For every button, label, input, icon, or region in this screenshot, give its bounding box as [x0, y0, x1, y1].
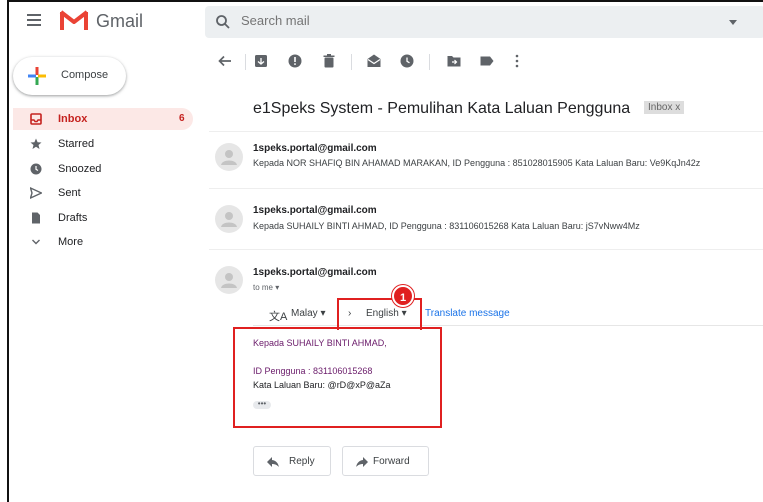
toolbar-divider [245, 54, 246, 70]
plus-icon [28, 67, 46, 85]
delete-icon[interactable] [321, 53, 337, 69]
sidebar-item-starred[interactable]: Starred [13, 133, 193, 155]
message-divider [209, 249, 763, 250]
compose-label: Compose [61, 69, 109, 81]
sidebar-item-label: Inbox [58, 113, 88, 125]
sidebar-item-inbox[interactable]: Inbox 6 [13, 108, 193, 130]
toolbar-divider [429, 54, 430, 70]
message-sender[interactable]: 1speks.portal@gmail.com [253, 205, 377, 216]
inbox-label-chip[interactable]: Inbox x [644, 101, 685, 114]
reply-label: Reply [289, 456, 315, 467]
step-callout-badge: 1 [392, 285, 414, 307]
search-bar[interactable] [205, 6, 763, 38]
search-input[interactable] [241, 13, 681, 28]
translate-icon: 文A [269, 311, 288, 323]
snooze-icon[interactable] [399, 53, 415, 69]
sidebar-item-label: More [58, 236, 84, 248]
chevron-down-icon [32, 239, 40, 245]
forward-label: Forward [373, 456, 410, 467]
sidebar-item-label: Snoozed [58, 163, 102, 175]
drafts-icon [32, 212, 40, 224]
remove-label-icon[interactable]: x [675, 102, 680, 113]
gmail-window: Gmail Compose Inbox 6 Starred Snoozed Se… [7, 0, 763, 502]
thread-subject: e1Speks System - Pemulihan Kata Laluan P… [253, 100, 631, 117]
message-divider [209, 131, 763, 132]
message-snippet[interactable]: Kepada NOR SHAFIQ BIN AHAMAD MARAKAN, ID… [253, 158, 700, 168]
avatar [215, 143, 243, 171]
reply-icon [267, 457, 279, 467]
highlight-box-email-body [233, 327, 442, 428]
translate-bar: 文A Malay ▾ › English ▾ Translate message [253, 302, 763, 326]
inbox-icon [30, 113, 42, 125]
sidebar-item-drafts[interactable]: Drafts [13, 207, 193, 229]
sidebar-item-snoozed[interactable]: Snoozed [13, 158, 193, 180]
avatar [215, 205, 243, 233]
main-menu-icon[interactable] [27, 14, 41, 26]
reply-button[interactable]: Reply [253, 446, 331, 476]
report-spam-icon[interactable] [287, 53, 303, 69]
person-icon [221, 212, 237, 227]
sidebar-item-sent[interactable]: Sent [13, 182, 193, 204]
source-language-label: Malay [291, 308, 318, 319]
unread-count: 6 [179, 113, 185, 124]
labels-icon[interactable] [479, 53, 495, 69]
forward-icon [356, 457, 368, 467]
sidebar-item-label: Drafts [58, 212, 88, 224]
message-sender[interactable]: 1speks.portal@gmail.com [253, 143, 377, 154]
source-language-select[interactable]: Malay ▾ [291, 308, 326, 319]
compose-button[interactable]: Compose [13, 57, 126, 95]
chevron-down-icon: ▾ [275, 283, 280, 292]
gmail-logo-icon[interactable] [59, 8, 89, 32]
person-icon [221, 273, 237, 288]
send-icon [30, 187, 42, 199]
mark-unread-icon[interactable] [366, 53, 382, 69]
clock-icon [30, 163, 42, 175]
recipient-text: to me [253, 283, 274, 292]
forward-button[interactable]: Forward [342, 446, 429, 476]
search-options-icon[interactable] [729, 20, 737, 25]
gmail-wordmark: Gmail [96, 11, 144, 31]
translate-message-link[interactable]: Translate message [425, 308, 510, 319]
search-icon[interactable] [215, 14, 231, 30]
message-sender[interactable]: 1speks.portal@gmail.com [253, 267, 377, 278]
recipient-details-toggle[interactable]: to me ▾ [253, 283, 279, 292]
sidebar-item-more[interactable]: More [13, 231, 193, 253]
label-chip-text: Inbox [648, 102, 673, 113]
person-icon [221, 150, 237, 165]
move-to-icon[interactable] [446, 53, 462, 69]
toolbar-divider [351, 54, 352, 70]
sidebar-item-label: Sent [58, 187, 81, 199]
avatar [215, 266, 243, 294]
message-snippet[interactable]: Kepada SUHAILY BINTI AHMAD, ID Pengguna … [253, 221, 640, 231]
archive-icon[interactable] [253, 53, 269, 69]
back-arrow-icon[interactable] [217, 53, 233, 69]
message-divider [209, 188, 763, 189]
sidebar-item-label: Starred [58, 138, 95, 150]
star-icon [30, 138, 42, 149]
more-vert-icon[interactable] [509, 53, 525, 69]
